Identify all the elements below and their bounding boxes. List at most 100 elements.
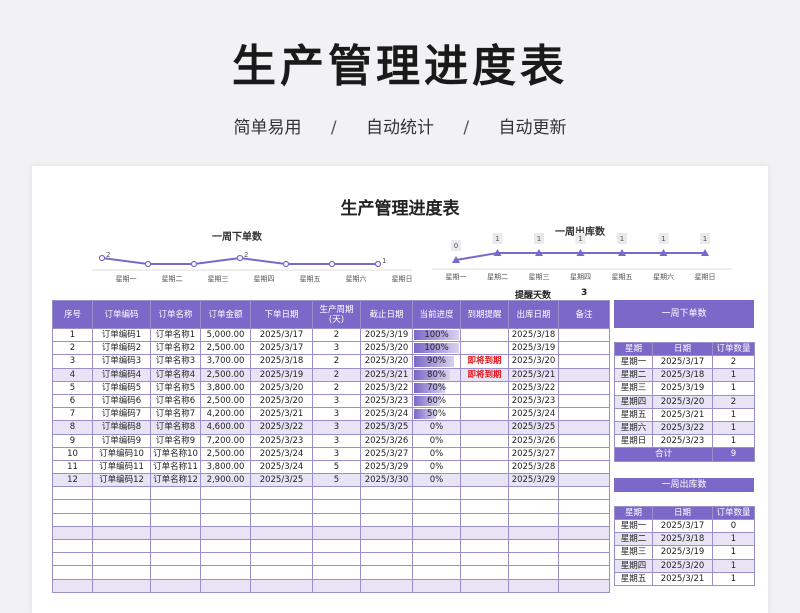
empty-cell[interactable] [508, 512, 559, 527]
empty-cell[interactable] [412, 512, 461, 527]
table-cell-order_date[interactable]: 2025/3/24 [250, 446, 313, 461]
empty-cell[interactable] [558, 512, 610, 527]
empty-cell[interactable] [150, 552, 201, 567]
table-cell-amount[interactable]: 3,800.00 [200, 380, 251, 395]
empty-cell[interactable] [460, 525, 509, 541]
table-cell-amount[interactable]: 2,500.00 [200, 341, 251, 356]
table-cell-code[interactable]: 订单编码4 [92, 367, 151, 382]
table-cell-name[interactable]: 订单名称4 [150, 367, 201, 382]
table-cell-remind[interactable]: 即将到期 [460, 354, 509, 369]
table-cell-amount[interactable]: 2,500.00 [200, 367, 251, 382]
table-cell-amount[interactable]: 2,500.00 [200, 446, 251, 461]
summary-cell[interactable]: 2 [712, 354, 755, 370]
table-cell-out_date[interactable]: 2025/3/21 [508, 367, 559, 382]
table-cell-out_date[interactable]: 2025/3/24 [508, 407, 559, 422]
table-cell-note[interactable] [558, 407, 610, 422]
empty-cell[interactable] [312, 565, 361, 580]
empty-cell[interactable] [460, 486, 509, 501]
empty-cell[interactable] [360, 538, 413, 554]
empty-cell[interactable] [412, 486, 461, 501]
empty-cell[interactable] [508, 565, 559, 580]
summary-cell[interactable]: 星期六 [614, 420, 653, 436]
summary-cell[interactable]: 2025/3/19 [652, 381, 713, 396]
empty-cell[interactable] [52, 578, 93, 593]
empty-cell[interactable] [92, 486, 151, 501]
table-cell-due[interactable]: 2025/3/27 [360, 446, 413, 461]
empty-cell[interactable] [92, 538, 151, 554]
table-cell-no[interactable]: 5 [52, 380, 93, 395]
summary-cell[interactable]: 星期二 [614, 368, 653, 383]
table-cell-code[interactable]: 订单编码8 [92, 420, 151, 435]
empty-cell[interactable] [150, 565, 201, 580]
table-cell-amount[interactable]: 2,500.00 [200, 393, 251, 409]
empty-cell[interactable] [412, 578, 461, 593]
empty-cell[interactable] [92, 525, 151, 541]
summary-cell[interactable]: 星期三 [614, 381, 653, 396]
summary-cell[interactable]: 2025/3/20 [652, 558, 713, 573]
table-cell-out_date[interactable]: 2025/3/27 [508, 446, 559, 461]
empty-cell[interactable] [250, 512, 313, 527]
table-cell-order_date[interactable]: 2025/3/17 [250, 327, 313, 343]
table-cell-amount[interactable]: 4,600.00 [200, 420, 251, 435]
empty-cell[interactable] [200, 486, 251, 501]
table-cell-cycle[interactable]: 3 [312, 420, 361, 435]
table-cell-progress[interactable]: 0% [412, 433, 461, 448]
summary-cell[interactable]: 星期五 [614, 571, 653, 586]
summary-cell[interactable]: 2025/3/23 [652, 434, 713, 449]
summary-cell[interactable]: 2025/3/20 [652, 394, 713, 409]
table-cell-note[interactable] [558, 393, 610, 409]
table-cell-progress[interactable]: 70% [412, 380, 461, 395]
empty-cell[interactable] [52, 565, 93, 580]
table-cell-code[interactable]: 订单编码5 [92, 380, 151, 395]
empty-cell[interactable] [412, 525, 461, 541]
table-cell-cycle[interactable]: 3 [312, 341, 361, 356]
table-cell-amount[interactable]: 7,200.00 [200, 433, 251, 448]
empty-cell[interactable] [200, 565, 251, 580]
table-cell-order_date[interactable]: 2025/3/18 [250, 354, 313, 369]
summary-cell[interactable]: 2025/3/21 [652, 571, 713, 586]
empty-cell[interactable] [558, 538, 610, 554]
table-cell-no[interactable]: 2 [52, 341, 93, 356]
table-cell-name[interactable]: 订单名称10 [150, 446, 201, 461]
empty-cell[interactable] [460, 538, 509, 554]
table-cell-out_date[interactable]: 2025/3/23 [508, 393, 559, 409]
summary-cell[interactable]: 1 [712, 381, 755, 396]
empty-cell[interactable] [508, 552, 559, 567]
table-cell-remind[interactable] [460, 446, 509, 461]
table-cell-remind[interactable] [460, 327, 509, 343]
summary-cell[interactable]: 1 [712, 558, 755, 573]
table-cell-cycle[interactable]: 2 [312, 380, 361, 395]
table-cell-progress[interactable]: 0% [412, 420, 461, 435]
table-cell-code[interactable]: 订单编码2 [92, 341, 151, 356]
empty-cell[interactable] [52, 499, 93, 514]
table-cell-progress[interactable]: 50% [412, 407, 461, 422]
table-cell-order_date[interactable]: 2025/3/17 [250, 341, 313, 356]
table-cell-remind[interactable] [460, 473, 509, 488]
summary-cell[interactable]: 星期三 [614, 545, 653, 560]
table-cell-remind[interactable]: 即将到期 [460, 367, 509, 382]
empty-cell[interactable] [558, 578, 610, 593]
empty-cell[interactable] [558, 525, 610, 541]
table-cell-no[interactable]: 4 [52, 367, 93, 382]
table-cell-code[interactable]: 订单编码10 [92, 446, 151, 461]
empty-cell[interactable] [508, 538, 559, 554]
table-cell-note[interactable] [558, 433, 610, 448]
empty-cell[interactable] [150, 525, 201, 541]
table-cell-name[interactable]: 订单名称12 [150, 473, 201, 488]
empty-cell[interactable] [200, 512, 251, 527]
empty-cell[interactable] [312, 538, 361, 554]
table-cell-progress[interactable]: 100% [412, 327, 461, 343]
table-cell-no[interactable]: 11 [52, 459, 93, 475]
table-cell-name[interactable]: 订单名称9 [150, 433, 201, 448]
table-cell-code[interactable]: 订单编码1 [92, 327, 151, 343]
table-cell-order_date[interactable]: 2025/3/20 [250, 380, 313, 395]
table-cell-order_date[interactable]: 2025/3/19 [250, 367, 313, 382]
table-cell-name[interactable]: 订单名称3 [150, 354, 201, 369]
empty-cell[interactable] [360, 565, 413, 580]
empty-cell[interactable] [312, 499, 361, 514]
table-cell-remind[interactable] [460, 433, 509, 448]
empty-cell[interactable] [508, 486, 559, 501]
empty-cell[interactable] [92, 499, 151, 514]
summary-cell[interactable]: 2 [712, 394, 755, 409]
table-cell-amount[interactable]: 3,800.00 [200, 459, 251, 475]
